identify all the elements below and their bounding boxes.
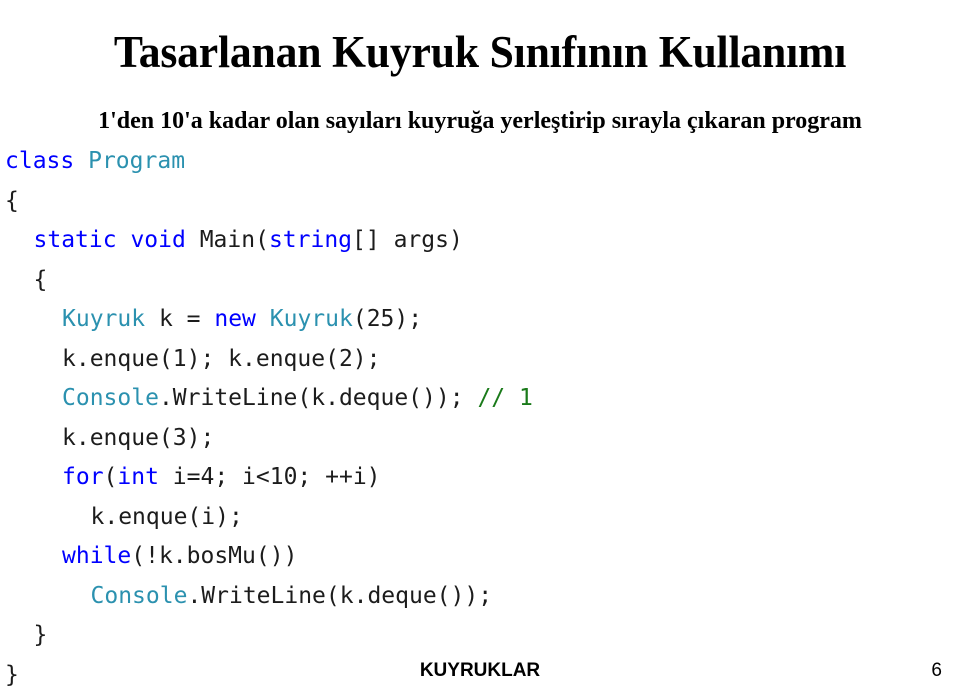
code-line: for(int i=4; i<10; ++i) <box>0 458 960 498</box>
code-token: Console <box>62 385 159 411</box>
code-token: Kuyruk <box>270 306 353 332</box>
code-token: k.enque(1); k.enque(2); <box>62 346 381 372</box>
code-token: class <box>5 148 74 174</box>
code-token: k.enque(3); <box>62 425 214 451</box>
code-token: (25); <box>353 306 422 332</box>
code-token: i=4; i<10; ++i) <box>159 464 381 490</box>
slide-canvas: Tasarlanan Kuyruk Sınıfının Kullanımı 1'… <box>0 0 960 689</box>
slide-subtitle: 1'den 10'a kadar olan sayıları kuyruğa y… <box>0 106 960 136</box>
code-line: k.enque(i); <box>0 498 960 538</box>
code-line: Console.WriteLine(k.deque()); // 1 <box>0 379 960 419</box>
code-token: (!k.bosMu()) <box>131 543 297 569</box>
code-token: string <box>269 227 352 253</box>
code-token: Console <box>91 583 188 609</box>
footer-page-number: 6 <box>931 659 942 683</box>
code-line: while(!k.bosMu()) <box>0 537 960 577</box>
code-token <box>74 148 88 174</box>
code-token: for <box>62 464 104 490</box>
page-title: Tasarlanan Kuyruk Sınıfının Kullanımı <box>14 26 945 78</box>
code-token: .WriteLine(k.deque()); <box>187 583 492 609</box>
code-token: while <box>62 543 131 569</box>
code-block: class Program { static void Main(string[] … <box>0 142 960 695</box>
code-token: [] args) <box>352 227 463 253</box>
code-token: Kuyruk <box>62 306 145 332</box>
code-token: ( <box>104 464 118 490</box>
code-token: { <box>5 188 19 214</box>
code-token: k = <box>145 306 214 332</box>
code-token: Main( <box>186 227 269 253</box>
code-token: .WriteLine(k.deque()); <box>159 385 478 411</box>
code-token: new <box>214 306 256 332</box>
code-token: int <box>117 464 159 490</box>
code-token <box>117 227 131 253</box>
code-token: static <box>34 227 117 253</box>
code-line: class Program <box>0 142 960 182</box>
code-line: k.enque(3); <box>0 419 960 459</box>
code-line: Kuyruk k = new Kuyruk(25); <box>0 300 960 340</box>
code-line: { <box>0 261 960 301</box>
footer-title: KUYRUKLAR <box>0 659 960 683</box>
code-token: Program <box>88 148 185 174</box>
code-line: } <box>0 616 960 656</box>
code-token: } <box>34 622 48 648</box>
code-token: { <box>34 267 48 293</box>
code-token: void <box>130 227 185 253</box>
code-token: // 1 <box>477 385 532 411</box>
code-line: { <box>0 182 960 222</box>
code-line: Console.WriteLine(k.deque()); <box>0 577 960 617</box>
code-line: static void Main(string[] args) <box>0 221 960 261</box>
code-line: k.enque(1); k.enque(2); <box>0 340 960 380</box>
code-token: k.enque(i); <box>91 504 243 530</box>
code-token <box>256 306 270 332</box>
